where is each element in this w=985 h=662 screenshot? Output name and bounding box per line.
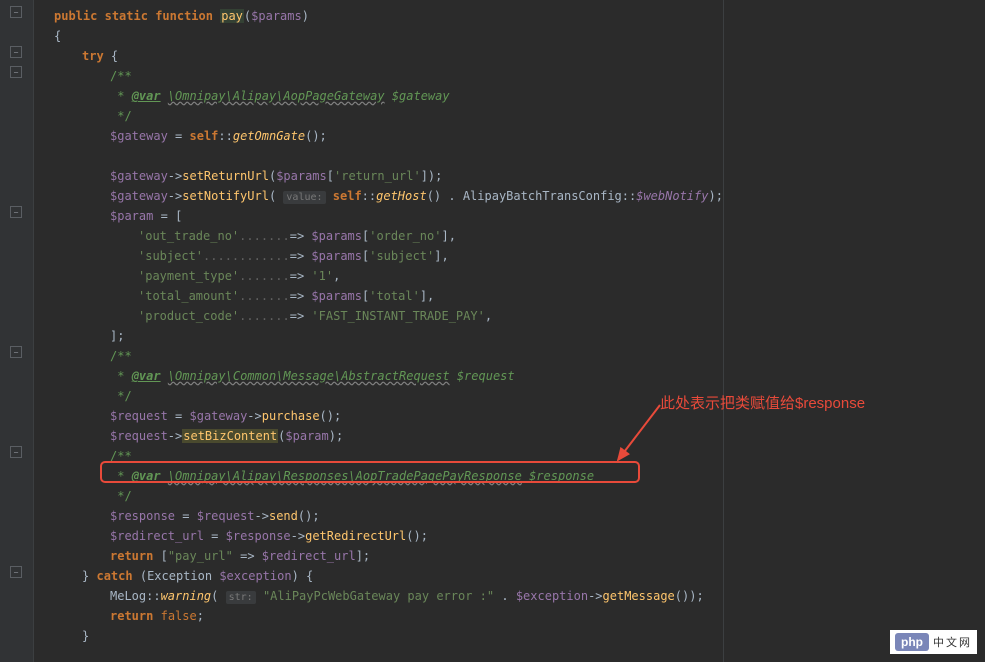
fold-mark[interactable]: − — [10, 446, 22, 458]
code-line: 'subject'............=> $params['subject… — [40, 246, 985, 266]
code-line: 'product_code'.......=> 'FAST_INSTANT_TR… — [40, 306, 985, 326]
code-line: { — [40, 26, 985, 46]
code-line: } catch (Exception $exception) { — [40, 566, 985, 586]
fold-mark[interactable]: − — [10, 206, 22, 218]
fold-mark[interactable]: − — [10, 46, 22, 58]
code-line: $response = $request->send(); — [40, 506, 985, 526]
code-line: * @var \Omnipay\Alipay\AopPageGateway $g… — [40, 86, 985, 106]
code-line: } — [40, 626, 985, 646]
code-line: $gateway->setReturnUrl($params['return_u… — [40, 166, 985, 186]
code-line: $param = [ — [40, 206, 985, 226]
fold-mark[interactable]: − — [10, 346, 22, 358]
code-line: * @var \Omnipay\Common\Message\AbstractR… — [40, 366, 985, 386]
code-line: $gateway->setNotifyUrl( value: self::get… — [40, 186, 985, 206]
php-badge: php — [895, 633, 929, 651]
gutter: − − − − − − − — [0, 0, 34, 662]
code-line: 'out_trade_no'.......=> $params['order_n… — [40, 226, 985, 246]
code-line: /** — [40, 346, 985, 366]
code-line: * @var \Omnipay\Alipay\Responses\AopTrad… — [40, 466, 985, 486]
watermark: php 中文网 — [890, 630, 977, 654]
code-line: */ — [40, 486, 985, 506]
code-line — [40, 146, 985, 166]
code-line: $redirect_url = $response->getRedirectUr… — [40, 526, 985, 546]
watermark-text: 中文网 — [933, 634, 972, 650]
fold-mark[interactable]: − — [10, 566, 22, 578]
code-line: $request->setBizContent($param); — [40, 426, 985, 446]
code-line: 'payment_type'.......=> '1', — [40, 266, 985, 286]
code-line: /** — [40, 66, 985, 86]
code-line: return ["pay_url" => $redirect_url]; — [40, 546, 985, 566]
code-line: 'total_amount'.......=> $params['total']… — [40, 286, 985, 306]
code-line: MeLog::warning( str: "AliPayPcWebGateway… — [40, 586, 985, 606]
code-line: */ — [40, 106, 985, 126]
fold-mark[interactable]: − — [10, 6, 22, 18]
code-line: try { — [40, 46, 985, 66]
annotation-text: 此处表示把类赋值给$response — [660, 392, 865, 413]
code-line: return false; — [40, 606, 985, 626]
code-editor[interactable]: public static function pay($params) { tr… — [40, 0, 985, 662]
fold-mark[interactable]: − — [10, 66, 22, 78]
code-line: ]; — [40, 326, 985, 346]
code-line: $gateway = self::getOmnGate(); — [40, 126, 985, 146]
code-line: /** — [40, 446, 985, 466]
code-line: public static function pay($params) — [40, 6, 985, 26]
